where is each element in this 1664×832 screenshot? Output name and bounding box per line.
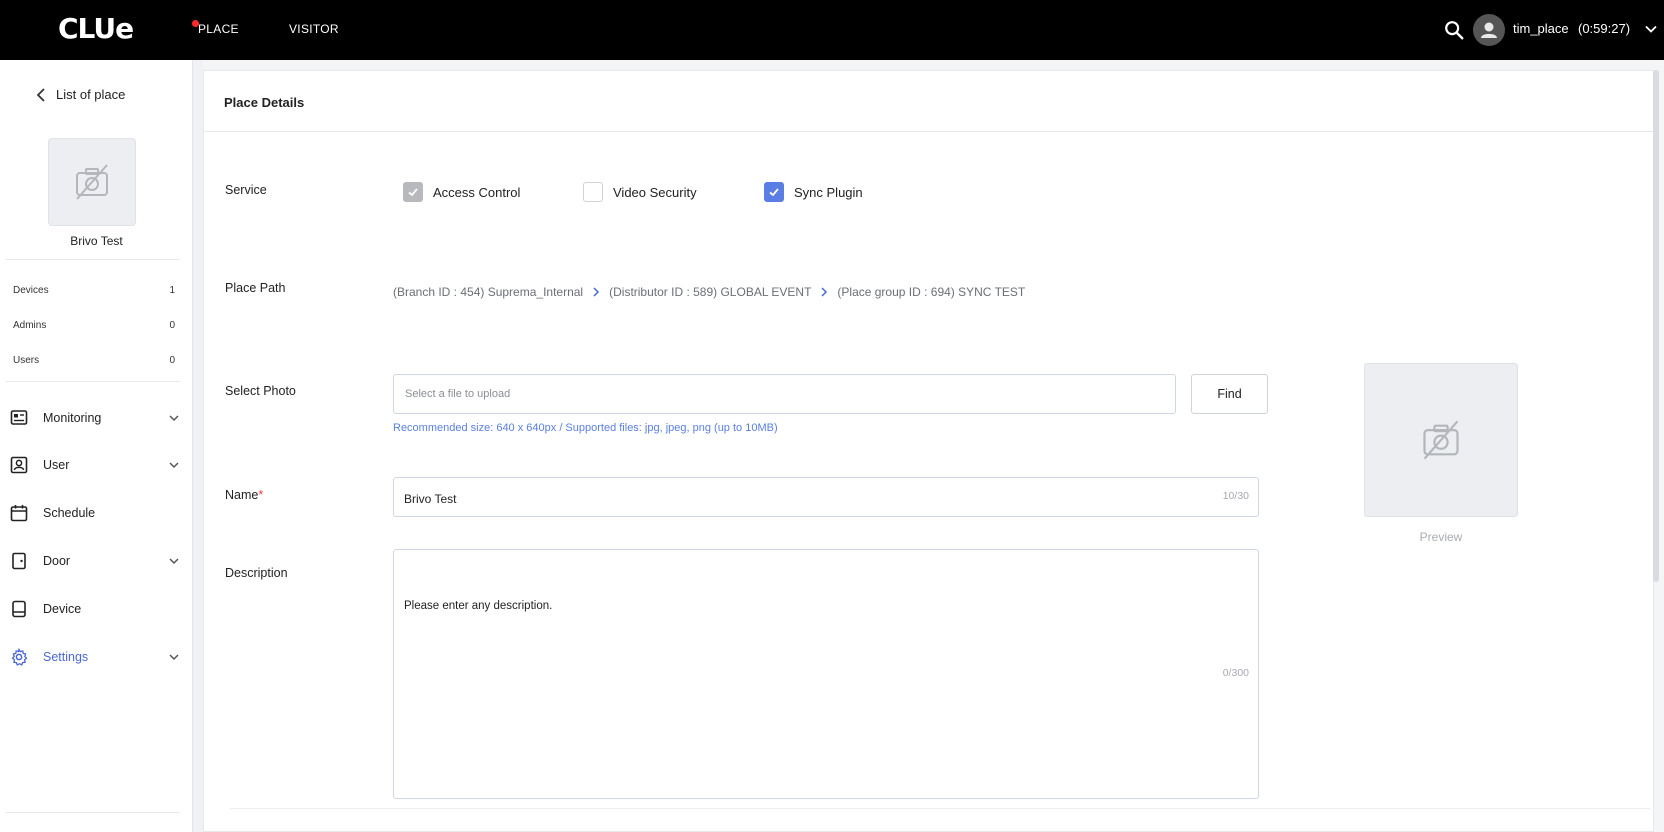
chevron-down-icon (169, 415, 179, 422)
stat-devices: Devices 1 (13, 285, 175, 296)
page-title: Place Details (224, 95, 305, 110)
chevron-down-icon (169, 462, 179, 469)
user-avatar[interactable] (1473, 14, 1505, 46)
checkbox-label: Sync Plugin (794, 184, 863, 200)
sidebar-item-label: User (43, 458, 70, 472)
sidebar-item-monitoring[interactable]: Monitoring (10, 406, 180, 430)
description-label: Description (225, 566, 288, 580)
title-divider (204, 131, 1653, 132)
stat-value: 1 (169, 285, 175, 296)
sidebar-item-label: Device (43, 602, 82, 616)
user-name[interactable]: tim_place (1513, 21, 1569, 36)
nav-visitor-label: VISITOR (289, 22, 339, 36)
place-path-label: Place Path (225, 281, 286, 295)
path-segment-place-group: (Place group ID : 694) SYNC TEST (837, 285, 1026, 299)
chevron-right-icon (821, 287, 828, 297)
sync-plugin-checkbox[interactable]: Sync Plugin (764, 182, 863, 202)
no-photo-icon (76, 164, 108, 200)
stat-users: Users 0 (13, 355, 175, 366)
name-char-counter: 10/30 (1222, 490, 1249, 502)
user-icon (10, 456, 28, 474)
sidebar: List of place Brivo Test Devices 1 Admin… (0, 60, 193, 832)
sidebar-item-schedule[interactable]: Schedule (10, 501, 180, 525)
checkbox-label: Video Security (613, 184, 697, 200)
nav-place[interactable]: PLACE (192, 20, 239, 36)
checkbox-box[interactable] (403, 182, 423, 202)
name-label-text: Name (225, 488, 259, 502)
device-icon (12, 600, 26, 618)
place-name: Brivo Test (70, 234, 123, 248)
sidebar-divider (6, 381, 180, 382)
search-icon[interactable] (1443, 19, 1465, 41)
place-photo (48, 138, 136, 226)
sidebar-divider (6, 812, 180, 813)
description-placeholder: Please enter any description. (404, 600, 553, 612)
sidebar-item-door[interactable]: Door (10, 549, 180, 573)
required-mark: * (258, 488, 264, 502)
active-indicator-dot (192, 20, 199, 27)
check-icon (769, 188, 779, 197)
nav-visitor[interactable]: VISITOR (289, 22, 339, 36)
access-control-checkbox[interactable]: Access Control (403, 182, 520, 202)
place-details-card: Place Details Service Access Control Vid… (203, 70, 1654, 832)
name-input[interactable]: Brivo Test 10/30 (393, 477, 1259, 517)
back-link-label: List of place (56, 87, 126, 102)
top-bar: CLUe PLACE VISITOR tim_place (0:59:27) (0, 0, 1664, 60)
stat-value: 0 (169, 320, 175, 331)
door-icon (12, 552, 26, 570)
sidebar-divider (6, 259, 180, 260)
sidebar-item-user[interactable]: User (10, 453, 180, 477)
name-label: Name* (225, 488, 263, 502)
sidebar-item-label: Settings (43, 650, 89, 664)
checkbox-label: Access Control (433, 184, 521, 200)
chevron-right-icon (593, 287, 600, 297)
chevron-down-icon (169, 558, 179, 565)
chevron-down-icon (169, 654, 179, 661)
file-upload-input[interactable]: Select a file to upload (393, 374, 1176, 414)
photo-hint: Recommended size: 640 x 640px / Supporte… (393, 422, 778, 434)
no-photo-icon (1423, 420, 1459, 460)
chevron-down-icon[interactable] (1644, 22, 1658, 36)
check-icon (408, 188, 418, 197)
stat-label: Admins (13, 320, 47, 331)
sidebar-item-label: Schedule (43, 506, 96, 520)
sidebar-item-settings[interactable]: Settings (10, 645, 180, 669)
bottom-divider (230, 808, 1650, 809)
description-char-counter: 0/300 (1222, 667, 1249, 679)
path-segment-distributor: (Distributor ID : 589) GLOBAL EVENT (609, 285, 812, 299)
video-security-checkbox[interactable]: Video Security (583, 182, 697, 202)
person-icon (1481, 22, 1497, 38)
preview-label: Preview (1419, 530, 1463, 544)
back-to-list-link[interactable]: List of place (36, 87, 125, 102)
name-input-value: Brivo Test (404, 492, 457, 506)
sidebar-gutter (193, 60, 203, 832)
nav-place-label: PLACE (198, 22, 239, 36)
file-upload-placeholder: Select a file to upload (405, 388, 511, 400)
app-logo[interactable]: CLUe (58, 12, 134, 45)
select-photo-label: Select Photo (225, 384, 296, 398)
sidebar-item-label: Door (43, 554, 71, 568)
place-path-breadcrumb: (Branch ID : 454) Suprema_Internal (Dist… (393, 285, 1025, 299)
stat-admins: Admins 0 (13, 320, 175, 331)
chevron-left-icon (36, 87, 45, 102)
photo-preview (1364, 363, 1518, 517)
sidebar-item-device[interactable]: Device (10, 597, 180, 621)
service-label: Service (225, 183, 267, 197)
sidebar-item-label: Monitoring (43, 411, 102, 425)
description-textarea[interactable]: Please enter any description. 0/300 (393, 549, 1259, 799)
gear-icon (11, 648, 28, 666)
vertical-scrollbar[interactable] (1653, 70, 1659, 582)
stat-label: Users (13, 355, 40, 366)
checkbox-box[interactable] (764, 182, 784, 202)
calendar-icon (10, 505, 28, 522)
stat-label: Devices (13, 285, 49, 296)
stat-value: 0 (169, 355, 175, 366)
session-timer: (0:59:27) (1578, 21, 1631, 36)
find-button[interactable]: Find (1191, 374, 1268, 414)
path-segment-branch: (Branch ID : 454) Suprema_Internal (393, 285, 584, 299)
monitoring-icon (10, 410, 28, 425)
checkbox-box[interactable] (583, 182, 603, 202)
